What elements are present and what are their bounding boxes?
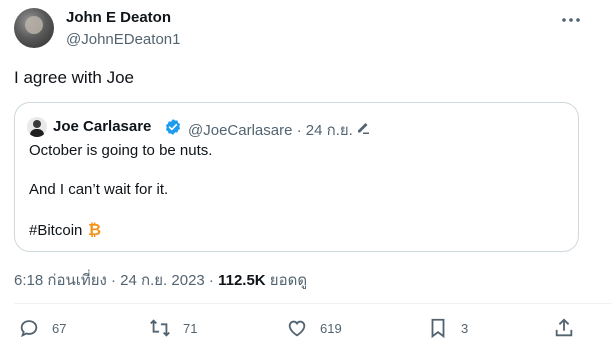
- quote-avatar[interactable]: [27, 117, 47, 137]
- bitcoin-icon: ₿: [85, 220, 101, 241]
- quote-handle-date: @JoeCarlasare · 24 ก.ย. ·: [188, 122, 362, 139]
- quoted-tweet[interactable]: Joe Carlasare @JoeCarlasare · 24 ก.ย. · …: [14, 102, 579, 252]
- quote-line-3: #Bitcoin ₿: [29, 220, 101, 241]
- like-button[interactable]: 619: [286, 317, 342, 339]
- quote-author-name[interactable]: Joe Carlasare: [53, 118, 151, 135]
- bookmark-count: 3: [461, 320, 469, 336]
- more-icon[interactable]: [560, 10, 582, 30]
- tweet-meta: 6:18 ก่อนเที่ยง · 24 ก.ย. 2023 · 112.5K …: [14, 268, 307, 292]
- quote-line-2: And I can’t wait for it.: [29, 181, 169, 198]
- edit-pencil-icon: [355, 119, 371, 135]
- view-label: ยอดดู: [265, 272, 308, 289]
- bookmark-icon: [431, 318, 445, 339]
- author-name[interactable]: John E Deaton: [66, 9, 171, 26]
- share-icon: [555, 318, 573, 337]
- author-avatar[interactable]: [14, 8, 54, 48]
- repost-count: 71: [183, 320, 198, 336]
- like-icon: [288, 320, 306, 337]
- view-count: 112.5K: [218, 272, 266, 289]
- reply-icon: [20, 320, 38, 338]
- reply-button[interactable]: 67: [18, 317, 66, 339]
- reply-count: 67: [52, 320, 67, 336]
- repost-icon: [150, 319, 170, 337]
- divider: [14, 303, 612, 304]
- share-button[interactable]: [553, 317, 575, 339]
- repost-button[interactable]: 71: [149, 317, 197, 339]
- tweet-timestamp[interactable]: 6:18 ก่อนเที่ยง · 24 ก.ย. 2023 ·: [14, 272, 218, 289]
- quote-line-1: October is going to be nuts.: [29, 142, 213, 159]
- tweet-text: I agree with Joe: [14, 68, 135, 87]
- hashtag[interactable]: #Bitcoin: [29, 222, 82, 239]
- author-handle[interactable]: @JohnEDeaton1: [66, 31, 180, 48]
- bookmark-button[interactable]: 3: [427, 317, 468, 339]
- svg-text:₿: ₿: [88, 221, 101, 237]
- like-count: 619: [320, 320, 342, 336]
- verified-icon: [164, 118, 182, 136]
